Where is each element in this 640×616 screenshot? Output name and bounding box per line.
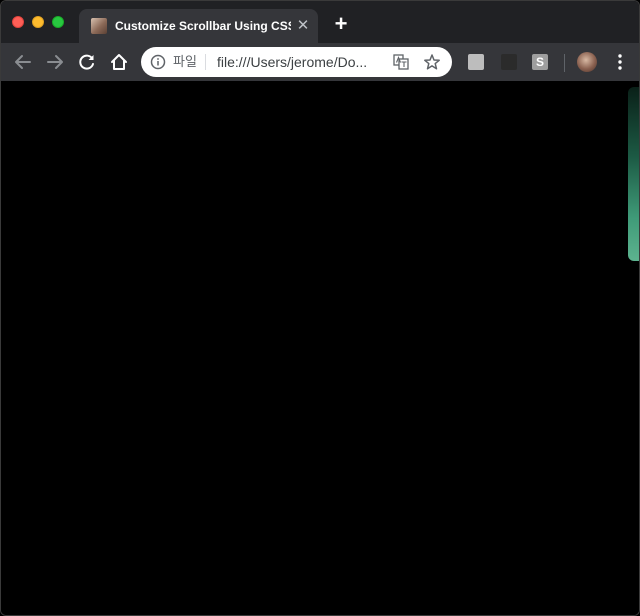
reload-button[interactable] <box>76 51 98 73</box>
profile-avatar[interactable] <box>577 52 597 72</box>
page-favicon-icon <box>91 18 107 34</box>
bookmark-button[interactable] <box>423 53 441 71</box>
close-window-button[interactable] <box>12 16 24 28</box>
star-icon <box>424 54 440 70</box>
forward-button[interactable] <box>44 51 66 73</box>
title-bar: Customize Scrollbar Using CSS ✕ + <box>1 1 639 43</box>
active-tab[interactable]: Customize Scrollbar Using CSS ✕ <box>79 9 318 43</box>
home-button[interactable] <box>108 51 130 73</box>
page-content <box>1 81 639 615</box>
translate-icon <box>393 54 409 70</box>
reload-icon <box>79 54 94 70</box>
address-bar[interactable]: 파일 file:///Users/jerome/Do... <box>141 47 452 77</box>
scrollbar-thumb[interactable] <box>628 87 639 261</box>
back-button[interactable] <box>12 51 34 73</box>
browser-window: Customize Scrollbar Using CSS ✕ + 파일 fil… <box>0 0 640 616</box>
extension-1-icon[interactable] <box>468 54 484 70</box>
minimize-window-button[interactable] <box>32 16 44 28</box>
extension-2-icon[interactable] <box>501 54 517 70</box>
tab-title: Customize Scrollbar Using CSS <box>115 19 291 33</box>
home-icon <box>111 54 127 70</box>
new-tab-button[interactable]: + <box>330 13 352 35</box>
translate-button[interactable] <box>393 54 409 70</box>
back-arrow-icon <box>15 55 31 69</box>
more-menu-button[interactable] <box>612 53 628 71</box>
info-icon <box>150 54 166 70</box>
security-chip-label: 파일 <box>173 54 197 69</box>
toolbar-divider <box>564 54 565 72</box>
close-tab-icon[interactable]: ✕ <box>295 17 311 35</box>
zoom-window-button[interactable] <box>52 16 64 28</box>
toolbar: 파일 file:///Users/jerome/Do... S <box>1 43 639 81</box>
site-info-button[interactable] <box>150 54 166 70</box>
forward-arrow-icon <box>47 55 63 69</box>
extension-s-icon[interactable]: S <box>532 54 548 70</box>
more-vert-icon <box>618 54 622 70</box>
url-text[interactable]: file:///Users/jerome/Do... <box>217 54 387 70</box>
omnibox-divider <box>205 54 206 70</box>
